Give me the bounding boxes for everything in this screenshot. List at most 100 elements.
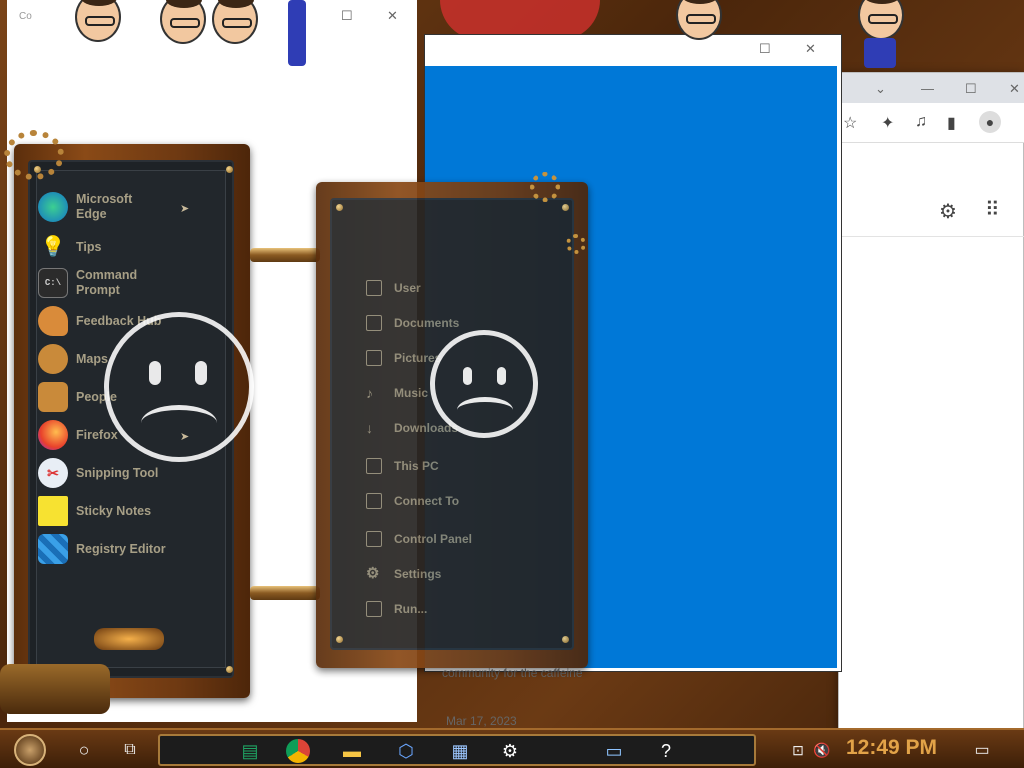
people-icon: [38, 382, 68, 412]
menu-item-command-prompt[interactable]: C:\ Command Prompt: [38, 268, 156, 298]
page-header: ⚙ ⠿: [839, 185, 1024, 237]
places-item-downloads[interactable]: ↓ Downloads: [366, 420, 458, 436]
mascot-figure: [850, 0, 910, 70]
places-item-label: Documents: [394, 316, 460, 330]
notifications-icon[interactable]: ▭: [968, 736, 996, 764]
taskbar: ○ ⧉ ▤ ▬ ⬡ ▦ ⚙ ▭ ? ⊡ 🔇 12:49 PM ▭: [0, 728, 1024, 768]
menu-item-label: Tips: [76, 239, 102, 254]
menu-item-label: Maps: [76, 351, 108, 366]
settings-icon: ⚙: [366, 565, 380, 582]
chrome-icon[interactable]: [286, 739, 310, 763]
places-item-this-pc[interactable]: This PC: [366, 458, 439, 474]
menu-item-label: Sticky Notes: [76, 503, 152, 518]
maximize-icon[interactable]: ☐: [341, 8, 353, 24]
submenu-arrow-icon[interactable]: ➤: [180, 202, 189, 215]
close-icon[interactable]: ✕: [1009, 81, 1020, 97]
control-panel-icon: [366, 531, 382, 547]
close-icon[interactable]: ✕: [805, 41, 816, 57]
run-icon: [366, 601, 382, 617]
task-view-icon[interactable]: ⧉: [116, 736, 144, 764]
sticky-notes-icon: [38, 496, 68, 526]
menu-item-label: Registry Editor: [76, 541, 166, 556]
downloads-icon: ↓: [366, 420, 373, 436]
places-item-label: User: [394, 281, 421, 295]
places-item-settings[interactable]: ⚙ Settings: [366, 566, 441, 582]
places-item-control-panel[interactable]: Control Panel: [366, 531, 472, 547]
menu-item-registry-editor[interactable]: Registry Editor: [38, 534, 166, 564]
mascot-strip-2: [640, 0, 740, 40]
pipe-decoration: [250, 586, 320, 600]
settings-gear-icon[interactable]: ⚙: [496, 737, 524, 765]
chrome-window[interactable]: ⌄ — ☐ ✕ ☆ ✦ ♫ ▮ ● ⚙ ⠿: [838, 72, 1024, 732]
places-item-label: Control Panel: [394, 532, 473, 546]
clock[interactable]: 12:49 PM: [846, 736, 937, 760]
window-title: Co: [19, 11, 32, 22]
places-item-label: Connect To: [394, 494, 460, 508]
menu-item-tips[interactable]: 💡 Tips: [38, 232, 102, 262]
chrome-titlebar[interactable]: ⌄ — ☐ ✕: [839, 73, 1024, 103]
mascot-strip: [40, 0, 330, 70]
maps-icon: [38, 344, 68, 374]
pictures-icon: [366, 350, 382, 366]
taskbar-apps: ▤ ▬ ⬡ ▦ ⚙ ▭ ?: [158, 734, 756, 766]
sheets-icon[interactable]: ▤: [236, 737, 264, 765]
media-icon[interactable]: ♫: [915, 113, 927, 131]
menu-item-label: Snipping Tool: [76, 465, 159, 480]
sad-face-icon: [430, 330, 538, 438]
places-item-documents[interactable]: Documents: [366, 315, 459, 331]
page-date: Mar 17, 2023: [446, 714, 517, 728]
gear-decoration: [530, 172, 560, 202]
feedback-icon: [38, 306, 68, 336]
menu-item-firefox[interactable]: Firefox: [38, 420, 118, 450]
start-button[interactable]: [14, 734, 46, 766]
cortana-icon[interactable]: ○: [70, 736, 98, 764]
gear-decoration: [566, 234, 586, 254]
menu-item-snipping-tool[interactable]: ✂ Snipping Tool: [38, 458, 158, 488]
connect-to-icon: [366, 493, 382, 509]
this-pc-icon: [366, 458, 382, 474]
lightbulb-decoration: [94, 628, 164, 650]
menu-item-maps[interactable]: Maps: [38, 344, 108, 374]
places-item-label: Run...: [394, 602, 428, 616]
registry-editor-icon: [38, 534, 68, 564]
documents-icon: [366, 315, 382, 331]
places-item-run[interactable]: Run...: [366, 601, 427, 617]
star-icon[interactable]: ☆: [843, 113, 857, 133]
gear-icon[interactable]: ⚙: [939, 199, 957, 224]
minimize-icon[interactable]: —: [921, 81, 934, 96]
side-panel-icon[interactable]: ▮: [947, 113, 956, 133]
help-icon[interactable]: ?: [652, 737, 680, 765]
music-icon: ♪: [366, 385, 373, 401]
places-item-label: Settings: [394, 567, 442, 581]
gear-decoration: [4, 130, 64, 180]
profile-icon[interactable]: ●: [979, 111, 1001, 133]
menu-item-sticky-notes[interactable]: Sticky Notes: [38, 496, 151, 526]
remote-desktop-icon[interactable]: ▭: [600, 737, 628, 765]
user-icon: [366, 280, 382, 296]
firefox-icon: [38, 420, 68, 450]
places-item-music[interactable]: ♪ Music: [366, 385, 428, 401]
snipping-tool-icon: ✂: [38, 458, 68, 488]
places-item-label: This PC: [394, 459, 439, 473]
page-caption: community for the caffeine: [442, 666, 583, 680]
places-item-pictures[interactable]: Pictures: [366, 350, 441, 366]
places-item-connect-to[interactable]: Connect To: [366, 493, 459, 509]
edge-icon: [38, 192, 68, 222]
apps-grid-icon[interactable]: ⠿: [985, 197, 1000, 222]
volume-muted-icon[interactable]: 🔇: [808, 736, 836, 764]
maximize-icon[interactable]: ☐: [759, 41, 771, 57]
virtualbox-icon[interactable]: ⬡: [392, 737, 420, 765]
menu-item-label: Firefox: [76, 427, 118, 442]
maximize-icon[interactable]: ☐: [965, 81, 977, 97]
sad-face-icon: [104, 312, 254, 462]
menu-item-microsoft-edge[interactable]: Microsoft Edge: [38, 192, 156, 222]
extensions-icon[interactable]: ✦: [881, 113, 894, 133]
chevron-down-icon[interactable]: ⌄: [875, 81, 886, 97]
close-icon[interactable]: ✕: [387, 8, 398, 24]
calculator-icon[interactable]: ▦: [446, 737, 474, 765]
places-item-user[interactable]: User: [366, 280, 421, 296]
places-item-label: Music: [394, 386, 429, 400]
menu-item-label: Microsoft Edge: [76, 192, 133, 221]
file-explorer-icon[interactable]: ▬: [338, 737, 366, 765]
lightbulb-icon: 💡: [40, 235, 66, 258]
